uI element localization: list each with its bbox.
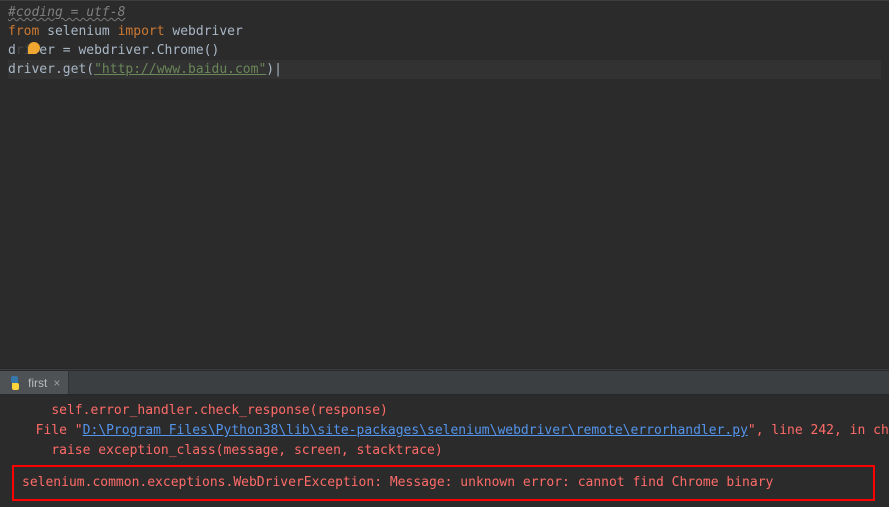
- traceback-line: raise exception_class(message, screen, s…: [20, 441, 879, 461]
- file-link[interactable]: D:\Program Files\Python38\lib\site-packa…: [83, 423, 748, 438]
- run-tab-bar: first ×: [0, 371, 889, 395]
- comment-text: #coding = utf-8: [8, 5, 125, 20]
- traceback-line: File "D:\Program Files\Python38\lib\site…: [20, 421, 879, 441]
- run-tab-label: first: [28, 376, 47, 390]
- error-message: selenium.common.exceptions.WebDriverExce…: [22, 473, 865, 493]
- python-icon: [8, 376, 22, 390]
- cursor-icon: |: [274, 62, 282, 77]
- error-highlight-box: selenium.common.exceptions.WebDriverExce…: [12, 465, 875, 501]
- close-icon[interactable]: ×: [53, 376, 60, 390]
- traceback-line: self.error_handler.check_response(respon…: [20, 401, 879, 421]
- code-editor[interactable]: #coding = utf-8 from selenium import web…: [0, 0, 889, 368]
- code-line-current: driver.get("http://www.baidu.com")|: [8, 60, 881, 79]
- intention-bulb-icon[interactable]: [28, 42, 40, 54]
- run-tool-window: first × self.error_handler.check_respons…: [0, 371, 889, 507]
- code-line: #coding = utf-8: [8, 3, 881, 22]
- console-output[interactable]: self.error_handler.check_response(respon…: [0, 395, 889, 507]
- run-tab[interactable]: first ×: [0, 371, 69, 394]
- code-line: from selenium import webdriver: [8, 22, 881, 41]
- code-line: driver = webdriver.Chrome(): [8, 41, 881, 60]
